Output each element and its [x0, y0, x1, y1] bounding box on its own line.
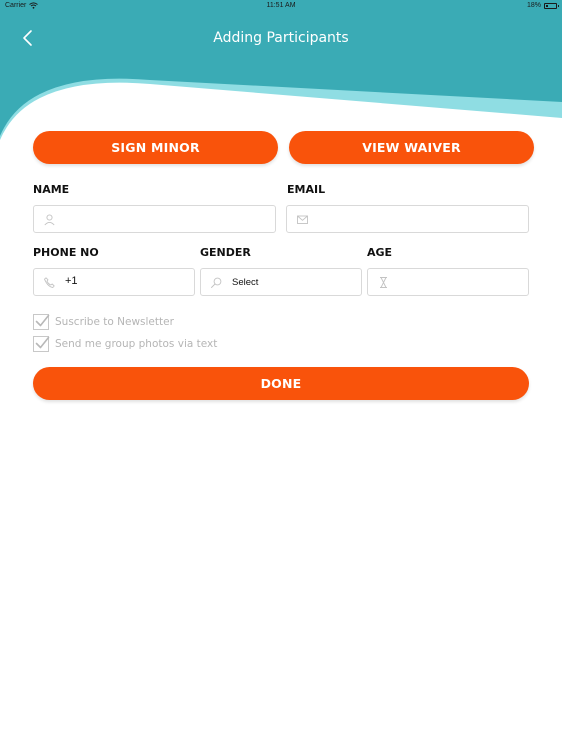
newsletter-checkbox[interactable] [33, 314, 50, 330]
status-right: 18% [526, 2, 559, 9]
status-bar: Carrier 11:51 AM 18% [0, 0, 562, 12]
name-label: NAME [33, 183, 70, 196]
newsletter-label: Suscribe to Newsletter [55, 316, 174, 328]
checkmark-icon [35, 336, 50, 349]
age-label: AGE [367, 246, 393, 259]
gender-label: GENDER [200, 246, 251, 259]
name-input[interactable] [64, 210, 264, 228]
age-input[interactable] [398, 273, 562, 291]
group-photos-option[interactable]: Send me group photos via text [33, 336, 217, 352]
email-input[interactable] [317, 210, 517, 228]
newsletter-option[interactable]: Suscribe to Newsletter [33, 314, 174, 330]
group-photos-label: Send me group photos via text [55, 338, 218, 350]
page-title: Adding Participants [213, 30, 349, 46]
phone-value: +1 [65, 275, 78, 287]
status-time: 11:51 AM [266, 2, 296, 9]
email-label: EMAIL [287, 183, 326, 196]
email-field[interactable] [286, 205, 529, 233]
header-background [0, 0, 562, 140]
phone-icon [44, 277, 55, 288]
search-icon [211, 277, 222, 288]
gender-select[interactable]: Select [200, 268, 362, 296]
user-icon [44, 214, 55, 226]
name-field[interactable] [33, 205, 276, 233]
phone-label: PHONE NO [33, 246, 99, 259]
phone-field[interactable]: +1 [33, 268, 195, 296]
view-waiver-button[interactable]: VIEW WAIVER [289, 131, 534, 164]
battery-icon [544, 2, 559, 9]
checkmark-icon [35, 314, 50, 327]
age-field[interactable] [367, 268, 562, 296]
gender-value: Select [232, 277, 259, 288]
sign-minor-button[interactable]: SIGN MINOR [33, 131, 278, 164]
battery-percent: 18% [526, 2, 541, 9]
group-photos-checkbox[interactable] [33, 336, 50, 352]
mail-icon [297, 215, 308, 224]
done-button[interactable]: DONE [33, 367, 529, 400]
hourglass-icon [380, 277, 387, 288]
